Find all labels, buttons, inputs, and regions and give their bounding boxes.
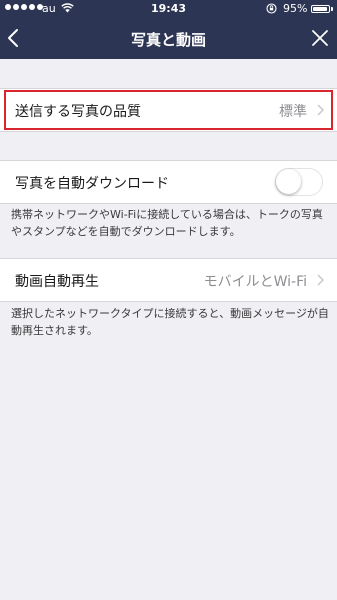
video-autoplay-note: 選択したネットワークタイプに接続すると、動画メッセージが自動再生されます。 xyxy=(11,307,329,337)
battery-fill xyxy=(313,7,328,11)
video-autoplay-label: 動画自動再生 xyxy=(15,274,99,290)
status-bar: au 19:43 95% xyxy=(0,0,337,18)
video-autoplay-row[interactable]: 動画自動再生 モバイルとWi-Fi xyxy=(0,258,337,302)
auto-download-label: 写真を自動ダウンロード xyxy=(15,176,169,192)
toggle-knob xyxy=(276,169,301,194)
battery-icon xyxy=(311,5,330,13)
photo-quality-label: 送信する写真の品質 xyxy=(15,104,141,120)
auto-download-note: 携帯ネットワークやWi-Fiに接続している場合は、トークの写真やスタンプなどを自… xyxy=(11,208,323,238)
chevron-right-icon xyxy=(317,274,324,286)
page-title: 写真と動画 xyxy=(130,31,206,49)
battery-percent: 95% xyxy=(283,2,308,15)
photo-quality-value: 標準 xyxy=(279,104,307,120)
video-autoplay-value: モバイルとWi-Fi xyxy=(203,274,307,290)
chevron-right-icon xyxy=(317,104,324,116)
rotation-lock-icon xyxy=(266,3,277,14)
auto-download-row: 写真を自動ダウンロード xyxy=(0,160,337,204)
auto-download-toggle[interactable] xyxy=(275,168,323,196)
battery-tip xyxy=(331,7,333,11)
close-icon[interactable] xyxy=(311,29,329,47)
app-header: au 19:43 95% 写真と動画 xyxy=(0,0,337,59)
photo-quality-row[interactable]: 送信する写真の品質 標準 xyxy=(0,88,337,132)
